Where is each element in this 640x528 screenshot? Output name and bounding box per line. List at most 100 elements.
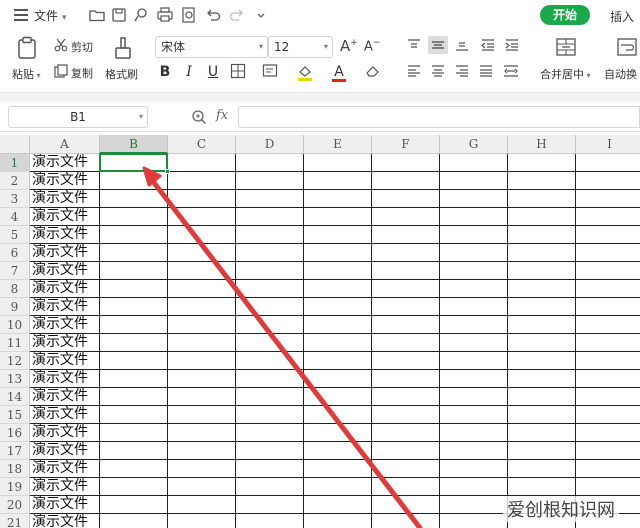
underline-icon[interactable]: U xyxy=(204,63,222,81)
cell-d8[interactable] xyxy=(236,280,304,298)
cell-g21[interactable] xyxy=(440,514,508,528)
row-header-1[interactable]: 1 xyxy=(0,154,30,172)
cell-d11[interactable] xyxy=(236,334,304,352)
cell-e6[interactable] xyxy=(304,244,372,262)
tab-start[interactable]: 开始 xyxy=(540,5,590,25)
cell-e18[interactable] xyxy=(304,460,372,478)
cell-i11[interactable] xyxy=(576,334,640,352)
cell-c9[interactable] xyxy=(168,298,236,316)
cell-a17[interactable]: 演示文件 xyxy=(30,442,100,460)
cell-h17[interactable] xyxy=(508,442,576,460)
row-header-13[interactable]: 13 xyxy=(0,370,30,388)
tab-insert[interactable]: 插入 xyxy=(610,8,634,25)
cell-b7[interactable] xyxy=(100,262,168,280)
cell-i10[interactable] xyxy=(576,316,640,334)
cell-e10[interactable] xyxy=(304,316,372,334)
cell-a11[interactable]: 演示文件 xyxy=(30,334,100,352)
cell-h12[interactable] xyxy=(508,352,576,370)
cell-f7[interactable] xyxy=(372,262,440,280)
cell-b11[interactable] xyxy=(100,334,168,352)
cell-i9[interactable] xyxy=(576,298,640,316)
wrap-text-button[interactable]: 自动换 xyxy=(604,66,637,82)
italic-icon[interactable]: I xyxy=(180,63,198,81)
cell-a19[interactable]: 演示文件 xyxy=(30,478,100,496)
open-folder-icon[interactable] xyxy=(88,6,106,24)
font-size-select[interactable]: 12 ▾ xyxy=(268,36,333,58)
cell-a6[interactable]: 演示文件 xyxy=(30,244,100,262)
main-menu-icon[interactable] xyxy=(14,9,28,21)
cell-a14[interactable]: 演示文件 xyxy=(30,388,100,406)
cell-h1[interactable] xyxy=(508,154,576,172)
cell-i7[interactable] xyxy=(576,262,640,280)
cell-i15[interactable] xyxy=(576,406,640,424)
cell-e1[interactable] xyxy=(304,154,372,172)
cell-g8[interactable] xyxy=(440,280,508,298)
cell-b6[interactable] xyxy=(100,244,168,262)
cell-c20[interactable] xyxy=(168,496,236,514)
cell-a4[interactable]: 演示文件 xyxy=(30,208,100,226)
customize-toolbar-icon[interactable] xyxy=(252,6,270,24)
row-header-12[interactable]: 12 xyxy=(0,352,30,370)
cell-b9[interactable] xyxy=(100,298,168,316)
column-header-h[interactable]: H xyxy=(508,135,576,154)
row-header-10[interactable]: 10 xyxy=(0,316,30,334)
cell-f21[interactable] xyxy=(372,514,440,528)
cell-b8[interactable] xyxy=(100,280,168,298)
cell-g9[interactable] xyxy=(440,298,508,316)
clear-format-icon[interactable] xyxy=(364,63,382,81)
row-header-19[interactable]: 19 xyxy=(0,478,30,496)
cell-g14[interactable] xyxy=(440,388,508,406)
row-header-3[interactable]: 3 xyxy=(0,190,30,208)
cell-a1[interactable]: 演示文件 xyxy=(30,154,100,172)
cell-g19[interactable] xyxy=(440,478,508,496)
row-header-17[interactable]: 17 xyxy=(0,442,30,460)
cell-g6[interactable] xyxy=(440,244,508,262)
cell-g17[interactable] xyxy=(440,442,508,460)
cell-c16[interactable] xyxy=(168,424,236,442)
cell-b14[interactable] xyxy=(100,388,168,406)
cell-a2[interactable]: 演示文件 xyxy=(30,172,100,190)
cell-e8[interactable] xyxy=(304,280,372,298)
row-header-8[interactable]: 8 xyxy=(0,280,30,298)
cell-i12[interactable] xyxy=(576,352,640,370)
cell-i14[interactable] xyxy=(576,388,640,406)
cell-h8[interactable] xyxy=(508,280,576,298)
cell-c6[interactable] xyxy=(168,244,236,262)
cell-d10[interactable] xyxy=(236,316,304,334)
row-header-2[interactable]: 2 xyxy=(0,172,30,190)
cell-i4[interactable] xyxy=(576,208,640,226)
cell-c1[interactable] xyxy=(168,154,236,172)
cell-c2[interactable] xyxy=(168,172,236,190)
cell-c8[interactable] xyxy=(168,280,236,298)
cell-g13[interactable] xyxy=(440,370,508,388)
cell-i18[interactable] xyxy=(576,460,640,478)
cell-h14[interactable] xyxy=(508,388,576,406)
cut-button[interactable]: 剪切 xyxy=(71,39,93,55)
export-pdf-icon[interactable] xyxy=(132,6,150,24)
row-header-18[interactable]: 18 xyxy=(0,460,30,478)
cell-f20[interactable] xyxy=(372,496,440,514)
align-right-icon[interactable] xyxy=(454,64,470,78)
cell-i19[interactable] xyxy=(576,478,640,496)
align-left-icon[interactable] xyxy=(406,64,422,78)
cell-d1[interactable] xyxy=(236,154,304,172)
cell-h11[interactable] xyxy=(508,334,576,352)
cell-f11[interactable] xyxy=(372,334,440,352)
cell-d12[interactable] xyxy=(236,352,304,370)
cell-h10[interactable] xyxy=(508,316,576,334)
cell-e3[interactable] xyxy=(304,190,372,208)
cell-b17[interactable] xyxy=(100,442,168,460)
cell-f18[interactable] xyxy=(372,460,440,478)
column-header-e[interactable]: E xyxy=(304,135,372,154)
cell-f1[interactable] xyxy=(372,154,440,172)
cell-b10[interactable] xyxy=(100,316,168,334)
align-top-icon[interactable] xyxy=(406,38,422,52)
copy-button[interactable]: 复制 xyxy=(71,65,93,81)
format-painter-icon[interactable] xyxy=(112,36,134,60)
cell-e15[interactable] xyxy=(304,406,372,424)
row-header-4[interactable]: 4 xyxy=(0,208,30,226)
cell-d21[interactable] xyxy=(236,514,304,528)
cell-h4[interactable] xyxy=(508,208,576,226)
cell-i5[interactable] xyxy=(576,226,640,244)
cell-g4[interactable] xyxy=(440,208,508,226)
